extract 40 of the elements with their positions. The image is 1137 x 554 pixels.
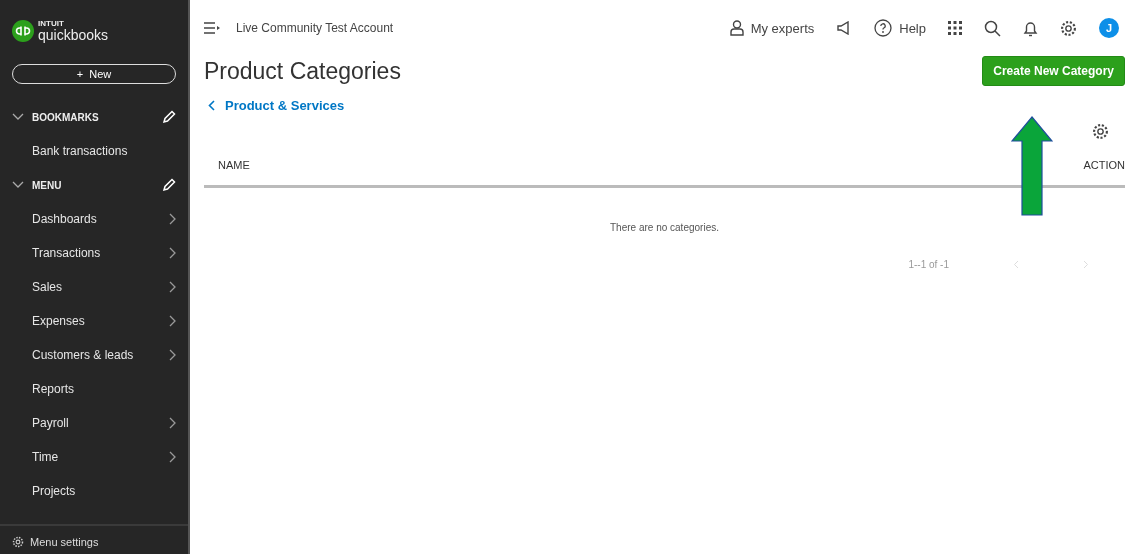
pagination-range: 1--1 of -1 xyxy=(908,259,949,270)
chevron-left-icon xyxy=(208,100,215,111)
menu-icon[interactable] xyxy=(204,22,220,34)
sidebar-item[interactable]: Projects xyxy=(0,474,188,508)
section-title: BOOKMARKS xyxy=(32,111,100,123)
product-name: quickbooks xyxy=(38,28,109,42)
gear-icon xyxy=(12,536,24,548)
person-icon xyxy=(729,20,744,36)
sidebar-item[interactable]: Bank transactions xyxy=(0,134,188,168)
settings-icon[interactable] xyxy=(1060,19,1077,37)
settings-icon[interactable] xyxy=(1092,123,1109,140)
pencil-icon[interactable] xyxy=(162,110,176,124)
sidebar-item[interactable]: Transactions xyxy=(0,236,188,270)
page-title: Product Categories xyxy=(204,57,401,85)
pencil-icon[interactable] xyxy=(162,178,176,192)
empty-message: There are no categories. xyxy=(609,222,720,233)
sidebar-item[interactable]: Sales xyxy=(0,270,188,304)
my-experts-button[interactable]: My experts xyxy=(729,20,815,36)
back-link[interactable]: Product & Services xyxy=(204,98,345,113)
sidebar-item[interactable]: Expenses xyxy=(0,304,188,338)
help-button[interactable]: Help xyxy=(874,19,926,37)
collapse-chevron-icon[interactable] xyxy=(12,181,24,189)
sidebar-item[interactable]: Dashboards xyxy=(0,202,188,236)
search-icon[interactable] xyxy=(984,19,1001,37)
sidebar-item[interactable]: Time xyxy=(0,440,188,474)
section-title: MENU xyxy=(32,179,63,191)
brand-name: INTUIT xyxy=(38,20,65,28)
help-icon xyxy=(874,19,893,37)
up-arrow-icon xyxy=(1011,116,1053,216)
sidebar-item[interactable]: Customers & leads xyxy=(0,338,188,372)
apps-grid-icon[interactable] xyxy=(948,21,962,35)
bell-icon[interactable] xyxy=(1023,19,1038,37)
column-header: ACTION xyxy=(1083,159,1125,171)
sidebar-item[interactable]: Payroll xyxy=(0,406,188,440)
column-header: NAME xyxy=(218,159,250,171)
collapse-chevron-icon[interactable] xyxy=(12,113,24,121)
logo-icon xyxy=(12,20,34,42)
sidebar-item[interactable]: Reports xyxy=(0,372,188,406)
menu-settings-link[interactable]: Menu settings xyxy=(30,536,99,548)
account-name: Live Community Test Account xyxy=(236,21,394,35)
